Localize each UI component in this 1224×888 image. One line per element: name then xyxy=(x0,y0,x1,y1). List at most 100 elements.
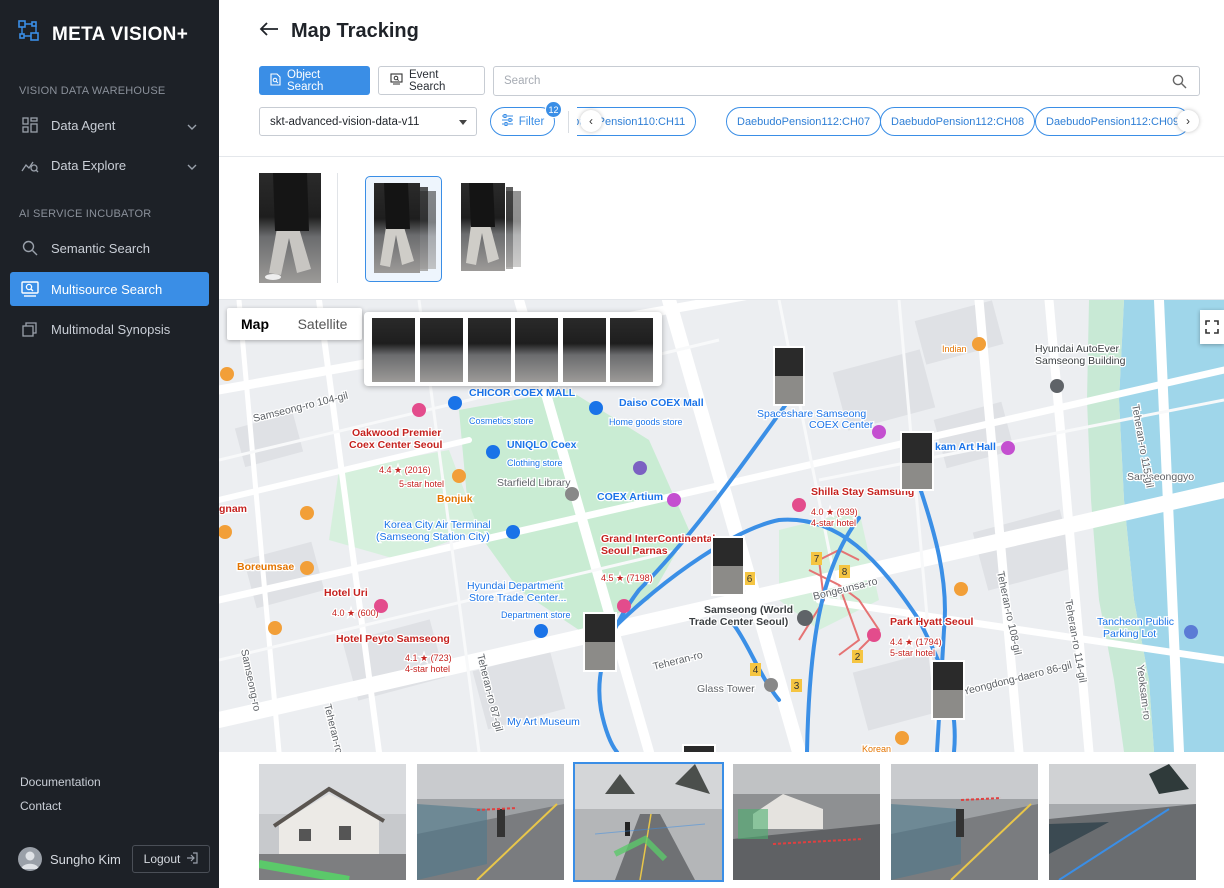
camera-frame[interactable] xyxy=(733,764,880,880)
person-crop[interactable] xyxy=(515,318,558,382)
map-label[interactable]: Bonjuk xyxy=(436,492,474,507)
channel-chip[interactable]: DaebudoPension112:CH07 xyxy=(726,107,882,136)
map-view-button[interactable]: Map xyxy=(227,308,283,340)
map-label[interactable]: Coex Center Seoul xyxy=(348,438,444,453)
map-label[interactable]: 4-star hotel xyxy=(404,663,452,676)
search-field[interactable] xyxy=(493,66,1200,96)
map-label[interactable]: 4-star hotel xyxy=(810,517,858,530)
nav-item-multisource-search[interactable]: Multisource Search xyxy=(10,272,209,306)
person-crop[interactable] xyxy=(610,318,653,382)
nav-item-data-explore[interactable]: Data Explore xyxy=(10,148,209,182)
map-label[interactable]: Trade Center Seoul) xyxy=(688,615,790,630)
map-label[interactable]: Grand InterContinental xyxy=(600,532,717,547)
search-icon[interactable] xyxy=(1172,74,1187,94)
map-label[interactable]: Clothing store xyxy=(506,457,564,470)
nav-item-semantic-search[interactable]: Semantic Search xyxy=(10,231,209,265)
map-label[interactable]: CHICOR COEX MALL xyxy=(468,386,577,401)
map-label[interactable]: Boreumsae xyxy=(236,560,296,575)
monitor-search-icon xyxy=(390,73,403,88)
map-label[interactable]: Samseong (World xyxy=(703,603,795,618)
person-crop[interactable] xyxy=(563,318,606,382)
person-crop[interactable] xyxy=(420,318,463,382)
track-stack[interactable] xyxy=(459,182,524,275)
main-content: Map Tracking Object Search Event Search … xyxy=(219,0,1224,888)
map-label[interactable]: (Samseong Station City) xyxy=(375,530,491,545)
search-input[interactable] xyxy=(504,67,1154,95)
map-label[interactable]: Glass Tower xyxy=(696,682,757,697)
chevron-down-icon xyxy=(187,118,197,133)
map-label[interactable]: Samseong Building xyxy=(1034,354,1127,369)
camera-frame[interactable] xyxy=(417,764,564,880)
map-label[interactable]: Korean xyxy=(861,743,893,752)
nav-item-data-agent[interactable]: Data Agent xyxy=(10,108,209,142)
tab-label: Event Search xyxy=(409,68,446,93)
nav-label: Multimodal Synopsis xyxy=(51,321,171,337)
tab-event-search[interactable]: Event Search xyxy=(378,66,485,95)
dataset-select[interactable]: skt-advanced-vision-data-v11 xyxy=(259,107,477,136)
map-label[interactable]: Seoul Parnas xyxy=(600,544,669,559)
chevron-left-icon[interactable]: ‹ xyxy=(580,110,602,132)
map-label[interactable]: gnam xyxy=(219,502,248,517)
map-label[interactable]: Park Hyatt Seoul xyxy=(889,615,975,630)
map-label[interactable]: 5-star hotel xyxy=(398,478,446,491)
map-label[interactable]: Starfield Library xyxy=(496,476,573,491)
map-label[interactable]: Cosmetics store xyxy=(468,415,535,428)
map-label[interactable]: Store Trade Center... xyxy=(468,591,568,606)
logout-button[interactable]: Logout xyxy=(132,845,210,873)
tracking-map[interactable]: Samseong-ro 104-gil CHICOR COEX MALL Dai… xyxy=(219,300,1224,752)
map-label[interactable]: Home goods store xyxy=(608,416,684,429)
fullscreen-icon[interactable] xyxy=(1200,310,1224,344)
map-label[interactable]: Hyundai Department xyxy=(466,579,565,594)
map-label[interactable]: My Art Museum xyxy=(506,715,582,730)
query-image[interactable] xyxy=(259,173,321,283)
channel-chip[interactable]: DaebudoPension112:CH09 xyxy=(1035,107,1191,136)
map-label[interactable]: Daiso COEX Mall xyxy=(618,396,705,411)
map-label[interactable]: Shilla Stay Samsung xyxy=(810,485,916,500)
map-label[interactable]: Oakwood Premier xyxy=(351,426,443,441)
map-label[interactable]: Department store xyxy=(500,609,572,622)
camera-frame[interactable] xyxy=(891,764,1038,880)
map-label[interactable]: Hyundai AutoEver xyxy=(1034,342,1121,357)
map-label[interactable]: Indian xyxy=(941,343,968,356)
back-arrow-icon[interactable] xyxy=(259,20,279,43)
camera-frame-selected[interactable] xyxy=(573,762,724,882)
map-label[interactable]: 4.5 ★ (7198) xyxy=(600,572,654,585)
map-label[interactable]: 4.4 ★ (1794) xyxy=(889,636,943,649)
contact-link[interactable]: Contact xyxy=(20,799,61,813)
map-label[interactable]: COEX Artium xyxy=(596,490,665,505)
channel-chip[interactable]: DaebudoPension112:CH08 xyxy=(880,107,1036,136)
map-label[interactable]: 4.0 ★ (939) xyxy=(810,506,859,519)
brand[interactable]: META VISION+ xyxy=(18,20,188,49)
logout-label: Logout xyxy=(143,852,181,866)
person-crop[interactable] xyxy=(468,318,511,382)
map-label[interactable]: 4.1 ★ (723) xyxy=(404,652,453,665)
documentation-link[interactable]: Documentation xyxy=(20,775,101,789)
map-label[interactable]: Hotel Peyto Samseong xyxy=(335,632,451,647)
map-label[interactable]: 4.4 ★ (2016) xyxy=(378,464,432,477)
map-label[interactable]: 4.0 ★ (600) xyxy=(331,607,380,620)
camera-frame[interactable] xyxy=(259,764,406,880)
map-label[interactable]: 5-star hotel xyxy=(889,647,937,660)
map-label[interactable]: Hotel Uri xyxy=(323,586,369,601)
satellite-view-button[interactable]: Satellite xyxy=(283,308,362,340)
divider xyxy=(219,156,1224,157)
filter-label: Filter xyxy=(518,115,545,128)
nav-item-multimodal-synopsis[interactable]: Multimodal Synopsis xyxy=(10,312,209,346)
map-type-toggle[interactable]: Map Satellite xyxy=(227,308,362,340)
chevron-down-icon xyxy=(187,158,197,173)
page-header: Map Tracking xyxy=(259,20,419,43)
tab-object-search[interactable]: Object Search xyxy=(259,66,370,95)
map-label[interactable]: Tancheon Public xyxy=(1096,615,1176,630)
chevron-right-icon[interactable]: › xyxy=(1177,110,1199,132)
subway-exit-label: 7 xyxy=(814,554,820,565)
map-label[interactable]: Parking Lot xyxy=(1102,627,1158,642)
brand-name: META VISION+ xyxy=(52,23,189,45)
map-label[interactable]: UNIQLO Coex xyxy=(506,438,578,453)
person-crop[interactable] xyxy=(372,318,415,382)
camera-frame[interactable] xyxy=(1049,764,1196,880)
track-stack-selected[interactable] xyxy=(365,176,442,282)
map-label[interactable]: kam Art Hall xyxy=(934,440,997,455)
map-label[interactable]: COEX Center xyxy=(808,418,875,433)
map-label[interactable]: Korea City Air Terminal xyxy=(383,518,492,533)
map-label[interactable]: Samseonggyo xyxy=(1126,470,1196,485)
